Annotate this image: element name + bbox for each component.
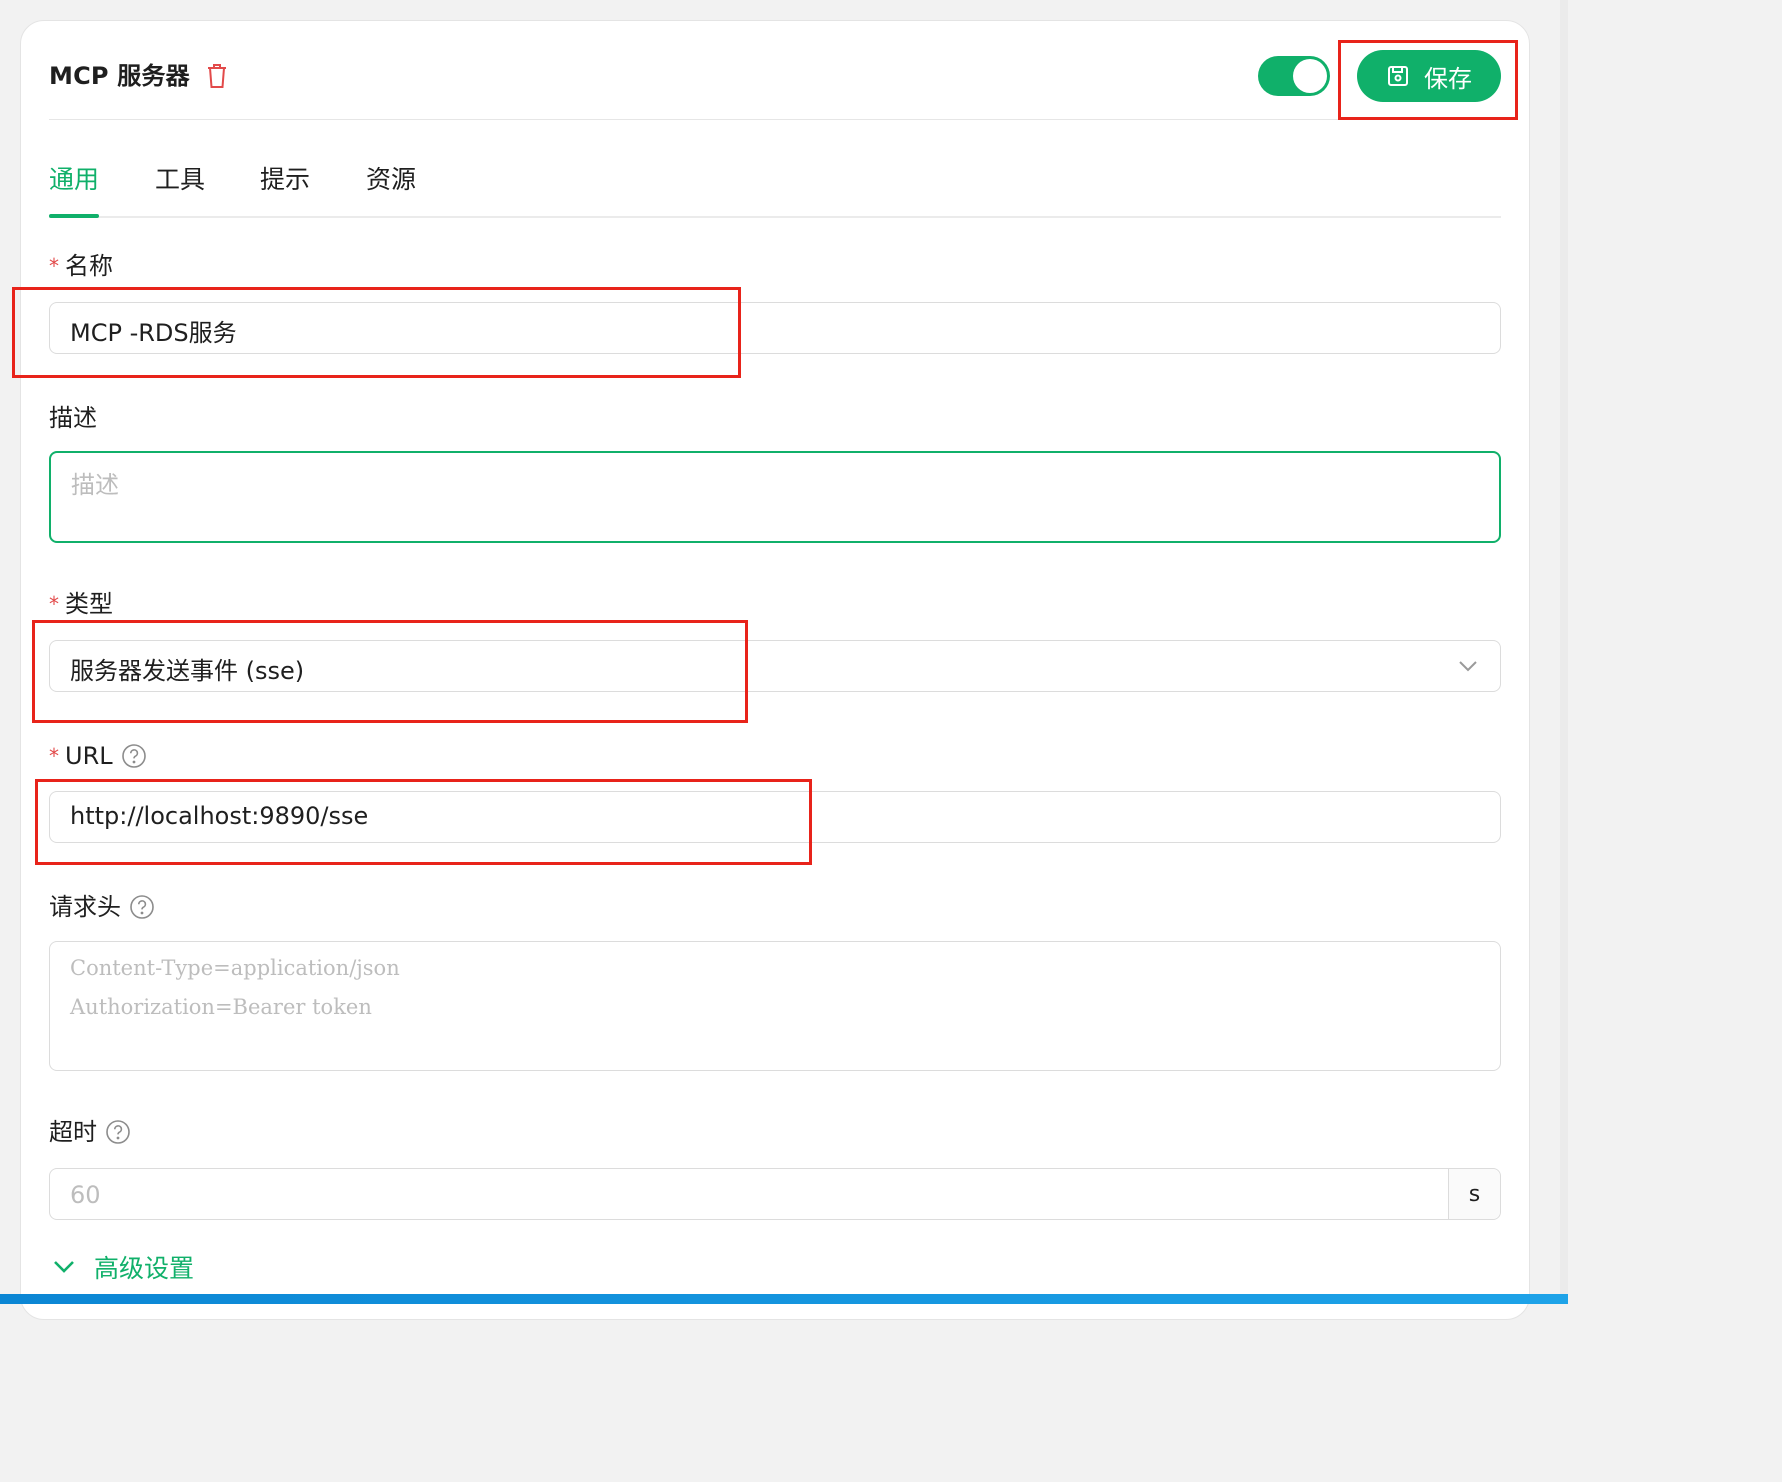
- active-tab-indicator: [49, 214, 99, 218]
- header-divider: [49, 119, 1501, 120]
- type-label-text: 类型: [65, 590, 113, 618]
- advanced-settings-toggle[interactable]: 高级设置: [52, 1248, 194, 1286]
- name-label: * 名称: [49, 248, 113, 284]
- description-placeholder: 描述: [71, 471, 119, 499]
- headers-label: 请求头: [49, 889, 155, 925]
- description-field[interactable]: 描述: [49, 451, 1501, 543]
- required-mark: *: [49, 744, 59, 768]
- timeout-label-text: 超时: [49, 1118, 97, 1146]
- bottom-bar: [0, 1294, 1568, 1304]
- headers-placeholder-line2: Authorization=Bearer token: [70, 995, 372, 1019]
- annotation-box-name: [12, 287, 741, 378]
- annotation-box-url: [35, 779, 812, 865]
- timeout-unit: s: [1448, 1169, 1500, 1219]
- required-mark: *: [49, 592, 59, 616]
- toggle-knob: [1293, 59, 1327, 93]
- description-label: 描述: [49, 400, 97, 436]
- question-circle-icon[interactable]: [121, 743, 147, 769]
- tabs-baseline: [49, 216, 1501, 218]
- type-label: * 类型: [49, 586, 113, 622]
- question-circle-icon[interactable]: [105, 1119, 131, 1145]
- advanced-settings-label: 高级设置: [94, 1254, 195, 1283]
- tab-resources[interactable]: 资源: [366, 160, 416, 200]
- chevron-down-icon: [54, 1261, 74, 1273]
- chevron-down-icon: [1459, 661, 1477, 672]
- headers-placeholder-line1: Content-Type=application/json: [70, 956, 400, 980]
- url-label-text: URL: [65, 742, 113, 770]
- required-mark: *: [49, 254, 59, 278]
- headers-textarea[interactable]: Content-Type=application/json Authorizat…: [49, 941, 1501, 1071]
- headers-label-text: 请求头: [49, 893, 121, 921]
- annotation-box-save: [1338, 40, 1518, 120]
- description-label-text: 描述: [49, 404, 97, 432]
- url-label: * URL: [49, 738, 147, 774]
- tab-tools[interactable]: 工具: [155, 160, 205, 200]
- name-label-text: 名称: [65, 252, 113, 280]
- annotation-box-type: [32, 620, 748, 723]
- enable-toggle[interactable]: [1258, 56, 1330, 96]
- tab-prompts[interactable]: 提示: [260, 160, 310, 200]
- window-edge: [1560, 0, 1568, 1304]
- timeout-label: 超时: [49, 1114, 131, 1150]
- page-title: MCP 服务器: [49, 62, 190, 90]
- question-circle-icon[interactable]: [129, 894, 155, 920]
- trash-icon[interactable]: [205, 62, 229, 90]
- tab-general[interactable]: 通用: [49, 160, 99, 200]
- timeout-placeholder: 60: [70, 1181, 101, 1209]
- timeout-field[interactable]: 60 s: [49, 1168, 1501, 1220]
